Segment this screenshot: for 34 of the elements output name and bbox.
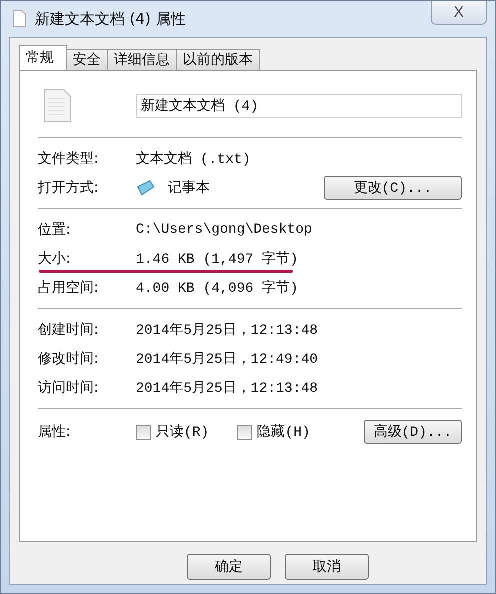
window-title: 新建文本文档 (4) 属性 xyxy=(35,10,186,28)
close-button[interactable]: X xyxy=(431,1,487,25)
field-value: 记事本 xyxy=(168,180,210,196)
field-label: 位置: xyxy=(37,220,72,238)
field-value: 2014年5月25日，12:13:48 xyxy=(136,322,318,338)
field-label: 创建时间: xyxy=(37,320,100,338)
field-label: 打开方式: xyxy=(37,178,100,196)
tab[interactable]: 安全 xyxy=(66,49,108,70)
checkbox[interactable] xyxy=(136,424,151,440)
checkbox-label: 只读(R) xyxy=(156,424,210,441)
field-value: 4.00 KB (4,096 字节) xyxy=(136,279,298,296)
advanced-button[interactable]: 高级(D)... xyxy=(364,420,462,444)
field-value: 文本文档 (.txt) xyxy=(136,150,251,168)
tab[interactable]: 详细信息 xyxy=(107,49,177,70)
change-button[interactable]: 更改(C)... xyxy=(324,176,462,200)
dialog-button[interactable]: 取消 xyxy=(285,554,369,580)
field-value: C:\Users\gong\Desktop xyxy=(136,222,312,238)
field-label: 修改时间: xyxy=(37,350,100,368)
field-label: 大小: xyxy=(37,250,72,268)
document-icon xyxy=(13,10,27,28)
field-value: 2014年5月25日，12:49:40 xyxy=(136,350,318,368)
tab[interactable]: 以前的版本 xyxy=(176,49,260,70)
file-name-field[interactable]: 新建文本文档 (4) xyxy=(136,94,462,118)
checkbox-label: 隐藏(H) xyxy=(257,423,310,441)
field-label: 占用空间: xyxy=(37,278,100,296)
field-value: 2014年5月25日，12:13:48 xyxy=(136,380,318,396)
field-label: 属性: xyxy=(37,423,72,441)
tab[interactable]: 常规 xyxy=(19,45,67,70)
dialog-button[interactable]: 确定 xyxy=(187,554,271,580)
field-label: 访问时间: xyxy=(37,378,100,396)
field-value: 1.46 KB (1,497 字节) xyxy=(136,250,298,268)
field-label: 文件类型: xyxy=(37,150,100,168)
document-icon xyxy=(44,89,72,123)
checkbox[interactable] xyxy=(237,424,252,440)
